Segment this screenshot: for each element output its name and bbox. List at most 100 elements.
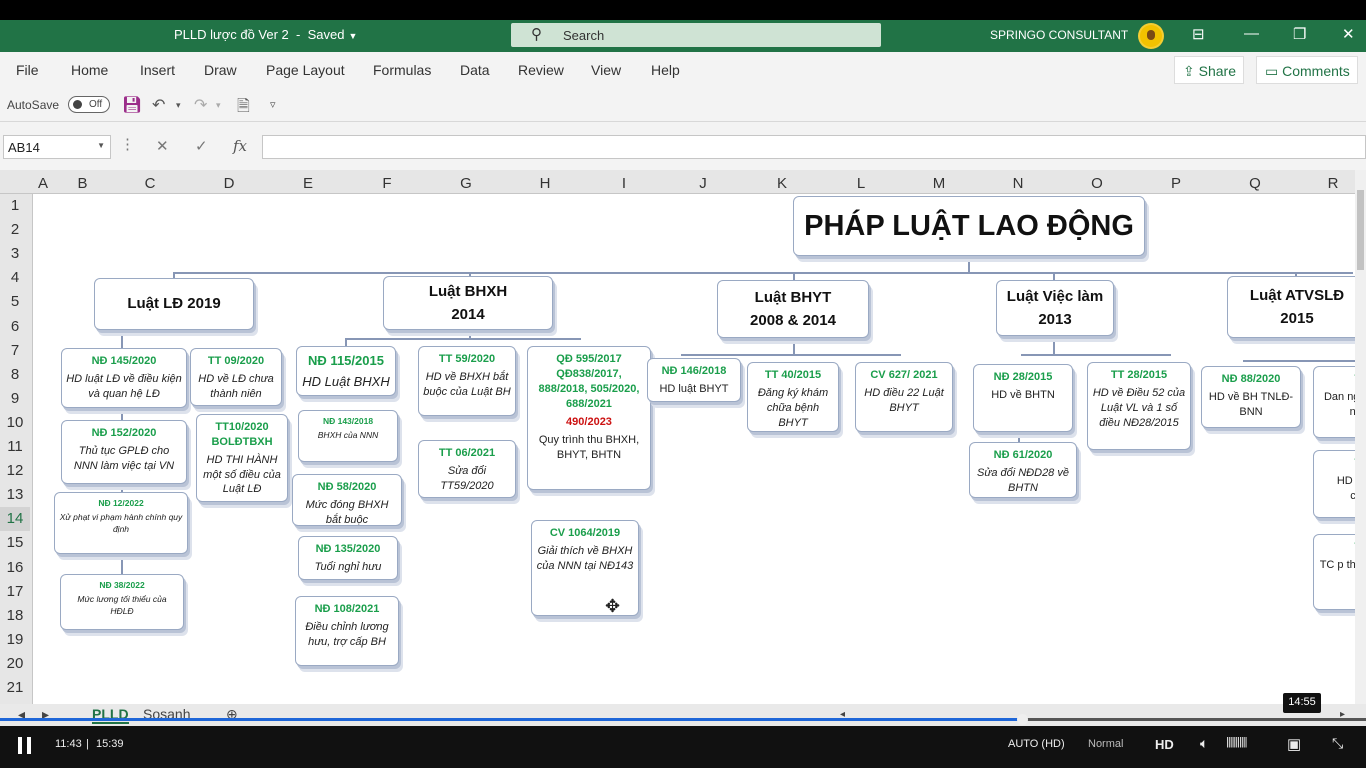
sheet-tab-plld[interactable]: PLLD bbox=[92, 706, 129, 724]
close-icon[interactable]: ✕ bbox=[1342, 25, 1355, 43]
doc-box[interactable]: NĐ 135/2020 Tuổi nghỉ hưu bbox=[298, 536, 398, 580]
doc-box[interactable]: NĐ 28/2015 HD về BHTN bbox=[973, 364, 1073, 432]
col-header[interactable]: G bbox=[426, 175, 506, 192]
formula-input[interactable] bbox=[262, 135, 1366, 159]
tab-home[interactable]: Home bbox=[71, 62, 108, 78]
document-title[interactable]: PLLD lược đồ Ver 2 - Saved ▼ bbox=[174, 27, 357, 42]
row-header[interactable]: 11 bbox=[0, 435, 30, 459]
col-header[interactable]: L bbox=[822, 175, 900, 192]
save-icon[interactable]: 💾︎ bbox=[122, 95, 142, 115]
row-header[interactable]: 10 bbox=[0, 411, 30, 435]
restore-icon[interactable]: ❐ bbox=[1293, 25, 1306, 43]
col-header[interactable]: N bbox=[978, 175, 1058, 192]
doc-box[interactable]: NĐ 12/2022 Xử phạt vi phạm hành chính quy… bbox=[54, 492, 188, 554]
branch-luat-atvsld[interactable]: Luật ATVSLĐ 2015 bbox=[1227, 276, 1355, 338]
hd-button[interactable]: HD bbox=[1155, 737, 1174, 752]
doc-box[interactable]: TT TC p theo bbox=[1313, 534, 1355, 610]
doc-box[interactable]: NĐ 115/2015 HD Luật BHXH bbox=[296, 346, 396, 396]
col-header[interactable]: M bbox=[900, 175, 978, 192]
row-header[interactable]: 9 bbox=[0, 387, 30, 411]
row-header[interactable]: 15 bbox=[0, 531, 30, 555]
row-header[interactable]: 20 bbox=[0, 652, 30, 676]
row-header[interactable]: 13 bbox=[0, 483, 30, 507]
miniplayer-icon[interactable]: ▣ bbox=[1287, 735, 1301, 753]
scroll-thumb[interactable] bbox=[1357, 190, 1364, 270]
doc-box[interactable]: TT10/2020 BOLĐTBXH HD THI HÀNH một số điề… bbox=[196, 414, 288, 502]
redo-dropdown-icon[interactable]: ▾ bbox=[216, 100, 221, 111]
doc-box[interactable]: NĐ 61/2020 Sửa đổi NĐD28 về BHTN bbox=[969, 442, 1077, 498]
doc-box[interactable]: NĐ 152/2020 Thủ tục GPLĐ cho NNN làm việc… bbox=[61, 420, 187, 484]
comments-button[interactable]: ▭ Comments bbox=[1256, 56, 1358, 84]
doc-box[interactable]: TT 40/2015 Đăng ký khám chữa bệnh BHYT bbox=[747, 362, 839, 432]
row-header[interactable]: 3 bbox=[0, 242, 30, 266]
branch-luat-bhyt[interactable]: Luật BHYT 2008 & 2014 bbox=[717, 280, 869, 338]
exit-fullscreen-icon[interactable]: ⤡ bbox=[1332, 735, 1343, 752]
row-header[interactable]: 4 bbox=[0, 266, 30, 290]
doc-box[interactable]: TT 28/2015 HD về Điều 52 của Luật VL và 1… bbox=[1087, 362, 1191, 450]
row-header[interactable]: 8 bbox=[0, 363, 30, 387]
doc-box[interactable]: TT HD Lu chế bbox=[1313, 450, 1355, 518]
tab-draw[interactable]: Draw bbox=[204, 62, 237, 78]
tab-file[interactable]: File bbox=[16, 62, 39, 78]
col-header[interactable]: J bbox=[664, 175, 742, 192]
tab-view[interactable]: View bbox=[591, 62, 621, 78]
col-header[interactable]: K bbox=[742, 175, 822, 192]
row-header[interactable]: 5 bbox=[0, 290, 30, 314]
speed-button[interactable]: Normal bbox=[1088, 738, 1123, 750]
doc-box[interactable]: QĐ 595/2017 QĐ838/2017, 888/2018, 505/20… bbox=[527, 346, 651, 490]
row-header[interactable]: 2 bbox=[0, 218, 30, 242]
doc-box[interactable]: CV 627/ 2021 HD điều 22 Luật BHYT bbox=[855, 362, 953, 432]
doc-box[interactable]: CV 1064/2019 Giải thích về BHXH của NNN t… bbox=[531, 520, 639, 616]
row-header[interactable]: 19 bbox=[0, 628, 30, 652]
row-header[interactable]: 12 bbox=[0, 459, 30, 483]
row-header[interactable]: 18 bbox=[0, 604, 30, 628]
tab-review[interactable]: Review bbox=[518, 62, 564, 78]
col-header[interactable]: P bbox=[1136, 175, 1216, 192]
tab-insert[interactable]: Insert bbox=[140, 62, 175, 78]
col-header[interactable]: D bbox=[190, 175, 268, 192]
row-header[interactable]: 1 bbox=[0, 194, 30, 218]
doc-box[interactable]: NĐ 58/2020 Mức đóng BHXH bắt buộc bbox=[292, 474, 402, 526]
chart-title[interactable]: PHÁP LUẬT LAO ĐỘNG bbox=[793, 196, 1145, 256]
col-header[interactable]: H bbox=[506, 175, 584, 192]
worksheet-canvas[interactable]: PHÁP LUẬT LAO ĐỘNG Luật LĐ 2019 Luật BHX… bbox=[33, 194, 1355, 704]
col-header[interactable]: C bbox=[110, 175, 190, 192]
tab-page-layout[interactable]: Page Layout bbox=[266, 62, 345, 78]
row-header[interactable]: 16 bbox=[0, 556, 30, 580]
doc-box[interactable]: TT 09/2020 HD về LĐ chưa thành niên bbox=[190, 348, 282, 406]
minimize-icon[interactable]: — bbox=[1244, 25, 1259, 42]
row-header[interactable]: 6 bbox=[0, 315, 30, 339]
tab-data[interactable]: Data bbox=[460, 62, 490, 78]
search-box[interactable]: ⚲ Search bbox=[511, 23, 881, 47]
share-button[interactable]: ⇪ Share bbox=[1174, 56, 1244, 84]
customize-qat-icon[interactable]: ▿ bbox=[270, 98, 276, 111]
doc-box[interactable]: NĐ 88/2020 HD về BH TNLĐ-BNN bbox=[1201, 366, 1301, 428]
tab-formulas[interactable]: Formulas bbox=[373, 62, 431, 78]
col-header[interactable]: F bbox=[348, 175, 426, 192]
branch-luat-ld[interactable]: Luật LĐ 2019 bbox=[94, 278, 254, 330]
video-progress-bar[interactable] bbox=[0, 714, 1366, 725]
vertical-scrollbar[interactable] bbox=[1355, 170, 1366, 704]
col-header[interactable]: I bbox=[584, 175, 664, 192]
volume-icon[interactable]: 🔈︎ bbox=[1200, 735, 1208, 752]
enter-icon[interactable]: ✓ bbox=[195, 137, 208, 155]
quality-button[interactable]: AUTO (HD) bbox=[1008, 738, 1065, 750]
col-header[interactable]: O bbox=[1058, 175, 1136, 192]
doc-box[interactable]: TT 06/2021 Sửa đổi TT59/2020 bbox=[418, 440, 516, 498]
row-header[interactable]: 21 bbox=[0, 676, 30, 700]
col-header[interactable]: Q bbox=[1216, 175, 1294, 192]
col-header[interactable]: E bbox=[268, 175, 348, 192]
undo-icon[interactable]: ↶ bbox=[152, 95, 165, 115]
doc-box[interactable]: NĐ 143/2018 BHXH của NNN bbox=[298, 410, 398, 462]
branch-luat-bhxh[interactable]: Luật BHXH 2014 bbox=[383, 276, 553, 330]
tab-help[interactable]: Help bbox=[651, 62, 680, 78]
pause-icon[interactable] bbox=[18, 737, 22, 754]
branch-luat-viec-lam[interactable]: Luật Việc làm 2013 bbox=[996, 280, 1114, 336]
name-box[interactable]: AB14 ▼ bbox=[3, 135, 111, 159]
row-header[interactable]: 14 bbox=[0, 507, 30, 532]
doc-box[interactable]: NĐ 145/2020 HD luật LĐ về điều kiện và qu… bbox=[61, 348, 187, 408]
doc-box[interactable]: NĐ 108/2021 Điều chỉnh lương hưu, trợ cấp… bbox=[295, 596, 399, 666]
col-header[interactable]: A bbox=[33, 175, 53, 192]
doc-box[interactable]: TT 59/2020 HD về BHXH bắt buộc của Luật B… bbox=[418, 346, 516, 416]
print-preview-icon[interactable]: 🗎︎ bbox=[237, 95, 250, 122]
